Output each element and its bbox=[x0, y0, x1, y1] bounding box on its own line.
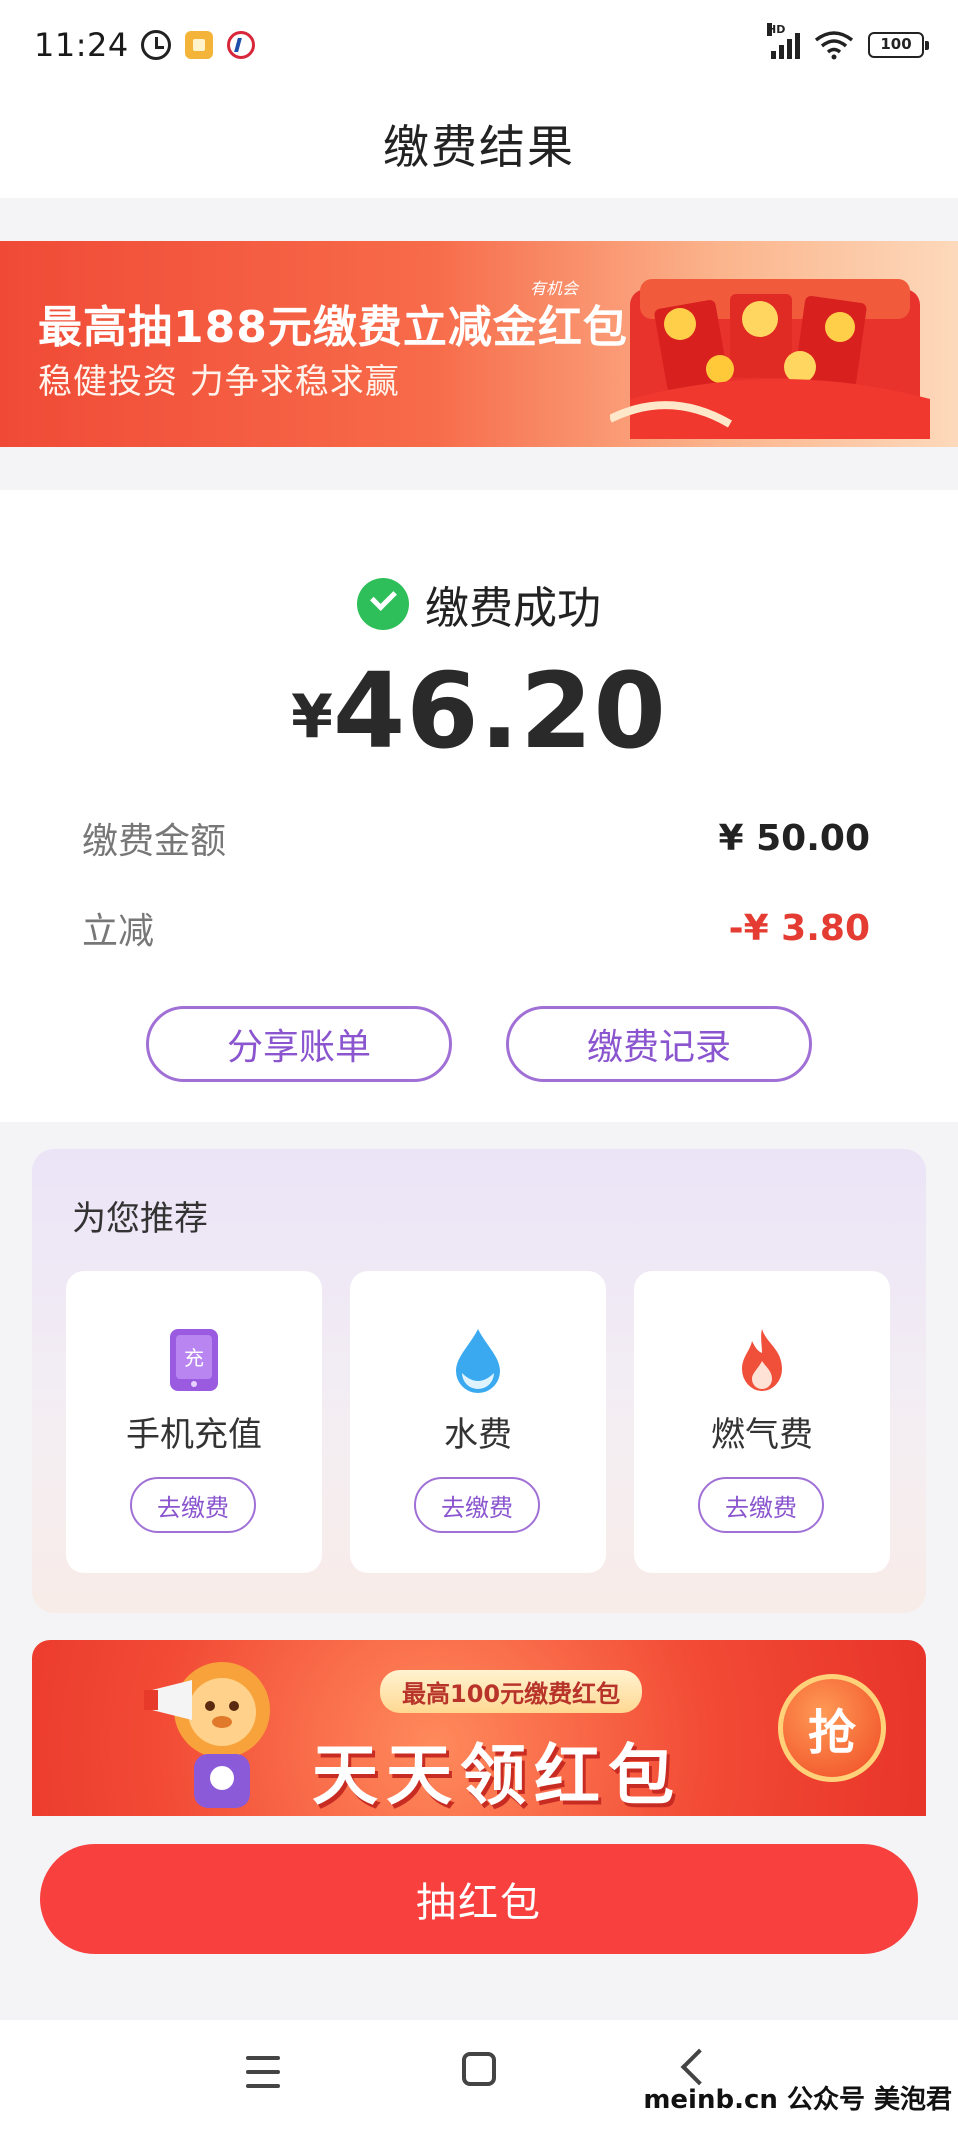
flame-icon bbox=[742, 1329, 782, 1391]
hd-label: HD bbox=[767, 23, 786, 36]
detail-row-payment: 缴费金额 ¥ 50.00 bbox=[82, 812, 870, 864]
detail-value: ¥ 50.00 bbox=[718, 817, 870, 859]
payment-result-page: 11:24 HD 100 缴费结果 有机会 最高抽188元缴费立减金红包 稳健投… bbox=[0, 0, 958, 2130]
draw-red-envelope-button[interactable]: 抽红包 bbox=[40, 1844, 918, 1954]
promo-subtitle: 稳健投资 力争求稳求赢 bbox=[38, 362, 400, 402]
page-title: 缴费结果 bbox=[383, 120, 575, 174]
action-buttons: 分享账单 缴费记录 bbox=[0, 1006, 958, 1082]
recommend-card-gas[interactable]: 燃气费 去缴费 bbox=[634, 1271, 890, 1573]
check-circle-icon bbox=[357, 578, 409, 630]
page-header: 缴费结果 bbox=[0, 90, 958, 198]
recommend-name: 手机充值 bbox=[126, 1415, 262, 1455]
recent-apps-icon[interactable] bbox=[246, 2056, 280, 2088]
recommend-name: 水费 bbox=[444, 1415, 512, 1455]
recommend-card-water[interactable]: 水费 去缴费 bbox=[350, 1271, 606, 1573]
go-pay-button[interactable]: 去缴费 bbox=[414, 1477, 540, 1533]
payment-status: 缴费成功 bbox=[425, 583, 601, 634]
detail-label: 立减 bbox=[82, 911, 155, 952]
daily-red-envelope-banner[interactable]: 最高100元缴费红包 天天领红包 抢 bbox=[32, 1640, 926, 1816]
alarm-icon bbox=[140, 30, 171, 60]
home-icon[interactable] bbox=[462, 2052, 496, 2086]
detail-row-discount: 立减 -¥ 3.80 bbox=[82, 902, 870, 954]
go-pay-button[interactable]: 去缴费 bbox=[698, 1477, 824, 1533]
status-right-icons: HD 100 bbox=[767, 23, 929, 60]
status-time: 11:24 bbox=[34, 26, 129, 64]
detail-label: 缴费金额 bbox=[82, 821, 227, 862]
recommend-list: 充 手机充值 去缴费 水费 去缴费 燃气费 去缴费 bbox=[66, 1271, 890, 1573]
water-drop-icon bbox=[456, 1329, 500, 1393]
discount-value: -¥ 3.80 bbox=[728, 907, 870, 949]
go-pay-button[interactable]: 去缴费 bbox=[130, 1477, 256, 1533]
wifi-icon bbox=[814, 30, 854, 60]
status-row: 缴费成功 bbox=[0, 572, 958, 636]
recommend-section: 为您推荐 充 手机充值 去缴费 水费 去缴费 燃气费 去缴费 bbox=[32, 1149, 926, 1613]
svg-text:充: 充 bbox=[184, 1346, 204, 1370]
battery-icon: 100 bbox=[868, 32, 929, 58]
signal-icon: HD bbox=[767, 23, 800, 59]
recommend-title: 为您推荐 bbox=[72, 1199, 208, 1239]
share-bill-button[interactable]: 分享账单 bbox=[146, 1006, 452, 1082]
amount-value: 46.20 bbox=[332, 650, 667, 772]
phone-recharge-icon: 充 bbox=[170, 1329, 218, 1391]
red-envelope-box-icon bbox=[610, 279, 930, 439]
daily-banner-title: 天天领红包 bbox=[312, 1737, 682, 1814]
daily-banner-subtitle: 最高100元缴费红包 bbox=[380, 1670, 643, 1713]
payment-records-button[interactable]: 缴费记录 bbox=[506, 1006, 812, 1082]
result-card: 缴费成功 ¥46.20 缴费金额 ¥ 50.00 立减 -¥ 3.80 分享账单… bbox=[0, 490, 958, 1122]
paid-amount: ¥46.20 bbox=[0, 650, 958, 772]
status-bar: 11:24 HD 100 bbox=[0, 0, 958, 90]
status-left-icons bbox=[140, 30, 255, 60]
currency-symbol: ¥ bbox=[291, 682, 333, 752]
promo-banner[interactable]: 有机会 最高抽188元缴费立减金红包 稳健投资 力争求稳求赢 bbox=[0, 241, 958, 447]
recommend-name: 燃气费 bbox=[711, 1415, 813, 1455]
system-nav-bar: meinb.cn 公众号 美泡君 bbox=[0, 2020, 958, 2130]
promo-title: 最高抽188元缴费立减金红包 bbox=[38, 302, 628, 353]
recommend-card-phone[interactable]: 充 手机充值 去缴费 bbox=[66, 1271, 322, 1573]
notes-app-icon bbox=[184, 31, 213, 59]
lion-mascot-icon bbox=[144, 1662, 270, 1808]
grab-badge[interactable]: 抢 bbox=[778, 1674, 886, 1782]
bank-app-icon bbox=[226, 31, 255, 59]
watermark: meinb.cn 公众号 美泡君 bbox=[643, 2085, 952, 2115]
